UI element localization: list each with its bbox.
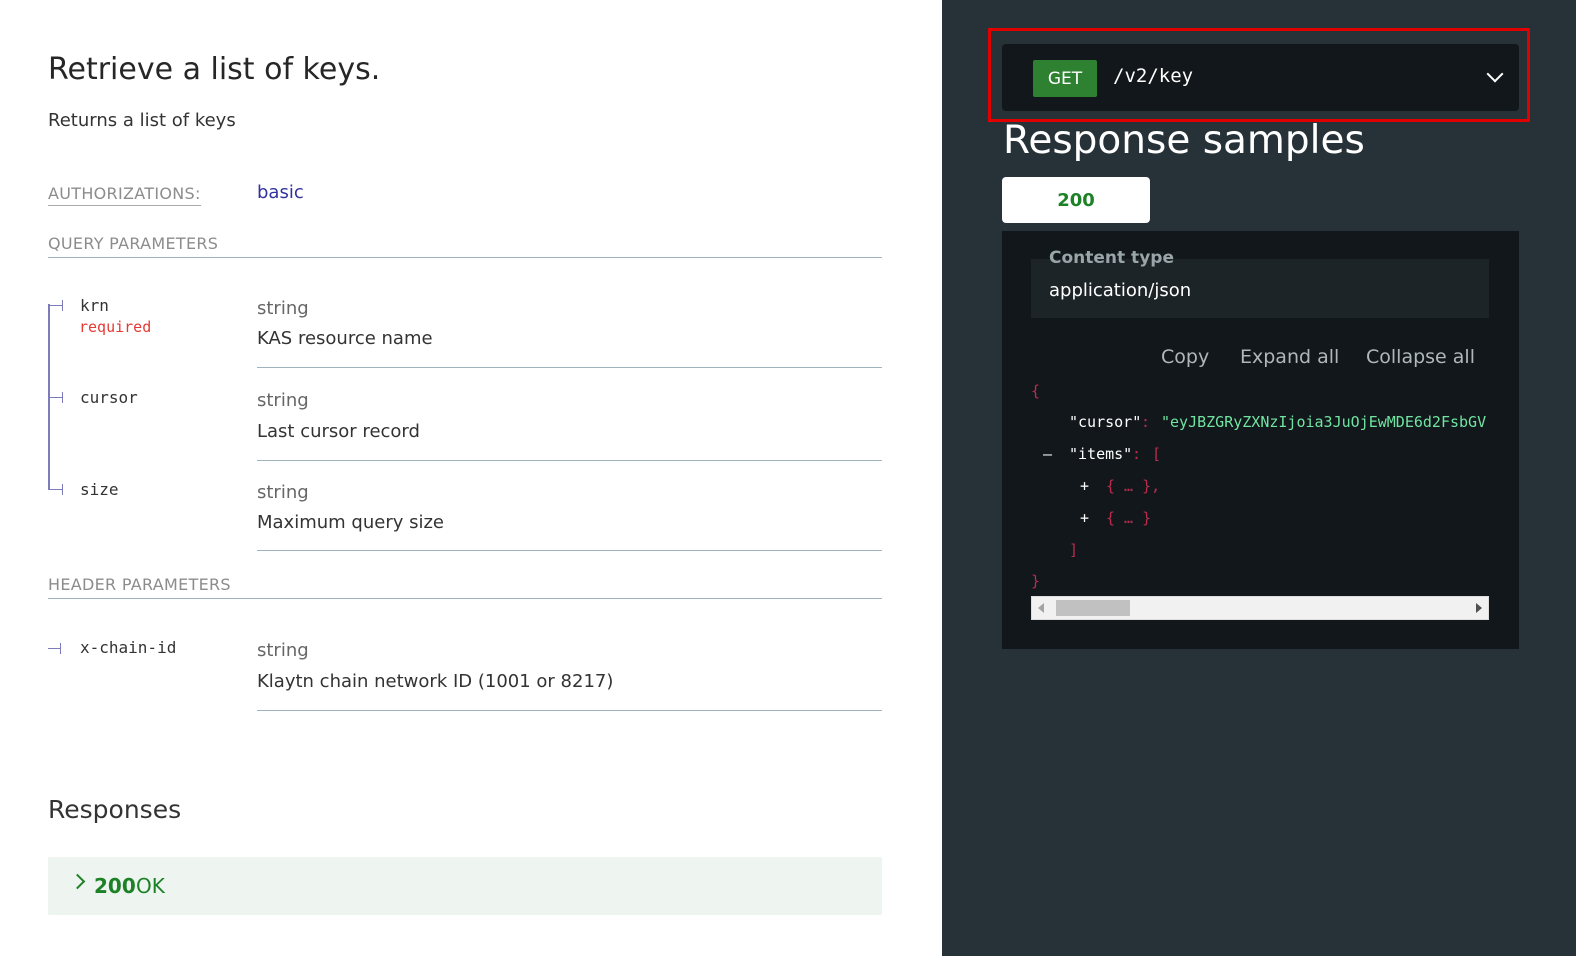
header-parameters-title: HEADER PARAMETERS [48, 575, 882, 599]
param-type: string [257, 482, 309, 503]
json-open-brace: { [1031, 382, 1041, 400]
param-name-x-chain-id: x-chain-id [80, 638, 177, 657]
param-type: string [257, 298, 309, 319]
json-value-cursor: "eyJBZGRyZXNzIjoia3JuOjEwMDE6d2FsbGV [1161, 413, 1487, 431]
param-divider [257, 367, 882, 368]
query-parameters-title: QUERY PARAMETERS [48, 234, 882, 258]
json-key-cursor: "cursor" [1069, 413, 1142, 431]
content-type-value: application/json [1049, 280, 1192, 301]
json-expand-toggle[interactable]: + [1080, 509, 1089, 527]
json-collapse-toggle[interactable]: – [1043, 445, 1052, 463]
response-tab-200[interactable]: 200 [1002, 177, 1150, 223]
param-description: Last cursor record [257, 421, 420, 442]
operation-panel: Retrieve a list of keys. Returns a list … [0, 0, 942, 956]
param-name-size: size [80, 480, 119, 499]
json-close-brace: } [1031, 572, 1041, 590]
json-key-items: "items" [1069, 445, 1133, 463]
json-collapsed-item: { … } [1106, 509, 1152, 527]
json-array-open: [ [1152, 445, 1162, 463]
param-description: KAS resource name [257, 328, 433, 349]
chevron-right-icon [69, 873, 86, 890]
tree-branch-icon [50, 300, 66, 311]
response-samples-title: Response samples [1003, 118, 1365, 163]
tree-branch-icon [48, 643, 64, 654]
param-description: Maximum query size [257, 512, 444, 533]
json-collapsed-item: { … }, [1106, 477, 1161, 495]
authorizations-label: AUTHORIZATIONS: [48, 184, 201, 206]
tree-branch-icon [50, 484, 66, 495]
param-name-cursor: cursor [80, 388, 138, 407]
scrollbar-thumb[interactable] [1056, 600, 1130, 616]
json-colon: : [1132, 445, 1151, 463]
scroll-left-arrow-icon[interactable] [1038, 603, 1044, 613]
json-colon: : [1141, 413, 1160, 431]
collapse-all-button[interactable]: Collapse all [1366, 346, 1475, 368]
operation-title: Retrieve a list of keys. [48, 52, 381, 87]
param-name-krn: krn [80, 296, 109, 315]
response-status-code: 200 [94, 874, 136, 898]
expand-all-button[interactable]: Expand all [1240, 346, 1339, 368]
response-status-text: OK [136, 874, 165, 898]
copy-button[interactable]: Copy [1161, 346, 1209, 368]
param-description: Klaytn chain network ID (1001 or 8217) [257, 671, 614, 692]
param-divider [257, 460, 882, 461]
param-required-badge: required [79, 318, 152, 336]
json-expand-toggle[interactable]: + [1080, 477, 1089, 495]
param-type: string [257, 640, 309, 661]
authorization-basic-link[interactable]: basic [257, 182, 304, 203]
json-array-close: ] [1069, 541, 1079, 559]
content-type-label: Content type [1049, 248, 1174, 268]
response-sample-panel: Content type application/json Copy Expan… [1002, 231, 1519, 649]
json-cursor-line: "cursor" : "eyJBZGRyZXNzIjoia3JuOjEwMDE6… [1031, 413, 1489, 435]
responses-title: Responses [48, 795, 182, 824]
response-200-row[interactable]: 200 OK [48, 857, 882, 915]
param-type: string [257, 390, 309, 411]
horizontal-scrollbar[interactable] [1031, 596, 1489, 620]
param-divider [257, 550, 882, 551]
tree-branch-icon [50, 392, 66, 403]
highlight-box [988, 28, 1530, 122]
scroll-right-arrow-icon[interactable] [1476, 603, 1482, 613]
param-divider [257, 710, 882, 711]
operation-description: Returns a list of keys [48, 110, 236, 131]
